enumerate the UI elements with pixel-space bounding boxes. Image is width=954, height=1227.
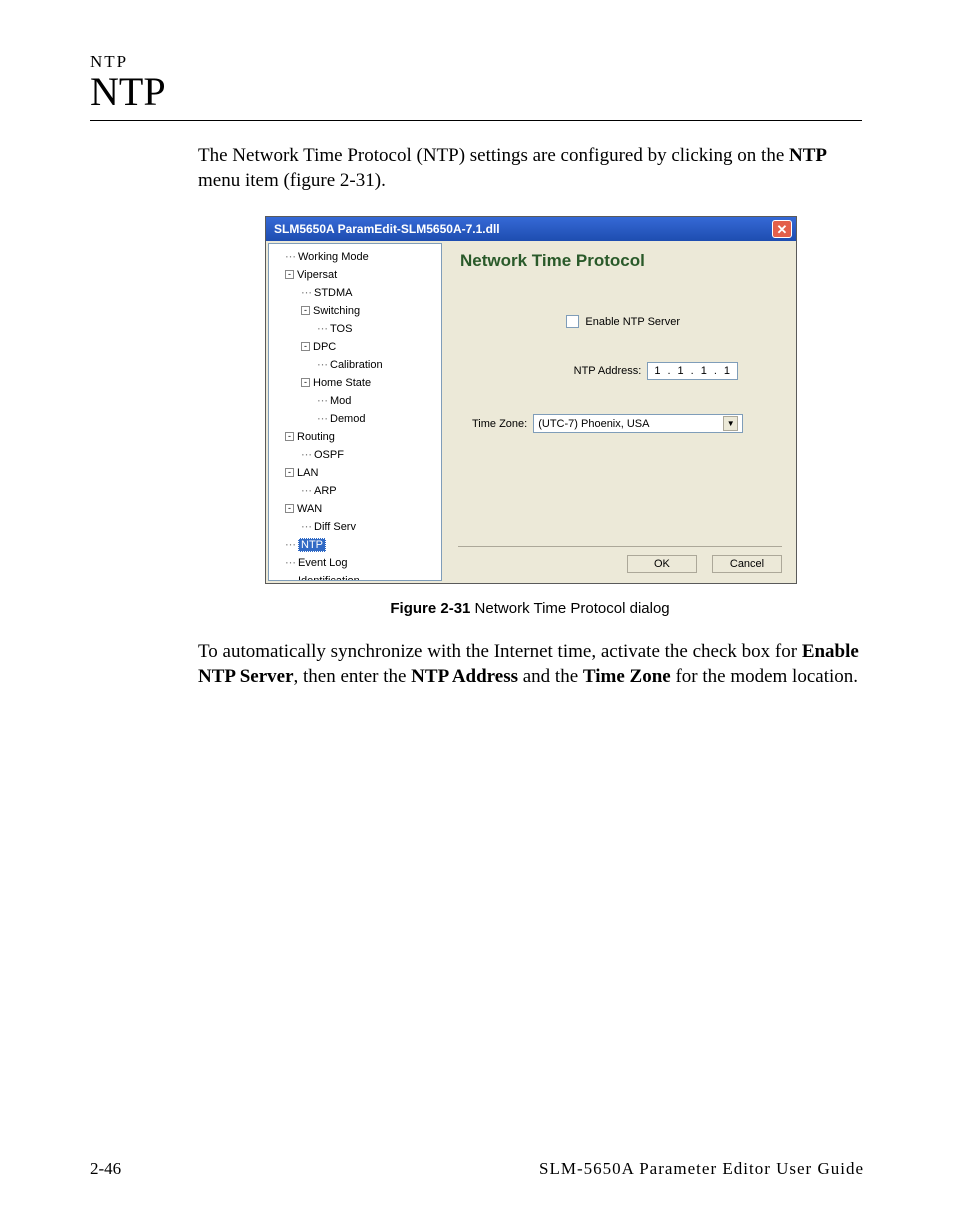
timezone-row: Time Zone: (UTC-7) Phoenix, USA ▼ xyxy=(472,414,768,433)
tree-label: ARP xyxy=(314,485,337,497)
tree-item-routing[interactable]: -Routing xyxy=(271,428,439,446)
dialog-screenshot: SLM5650A ParamEdit-SLM5650A-7.1.dll ✕ ⋯W… xyxy=(265,216,797,584)
panel-title: Network Time Protocol xyxy=(460,251,780,271)
tree-item-tos[interactable]: ⋯TOS xyxy=(271,320,439,338)
collapse-icon[interactable]: - xyxy=(301,342,310,351)
enable-ntp-checkbox[interactable] xyxy=(566,315,579,328)
tree-item-dpc[interactable]: -DPC xyxy=(271,338,439,356)
tree-item-ntp[interactable]: ⋯NTP xyxy=(271,536,439,554)
tree-label: Mod xyxy=(330,395,351,407)
cancel-button[interactable]: Cancel xyxy=(712,555,782,573)
tree-item-vipersat[interactable]: -Vipersat xyxy=(271,266,439,284)
intro-bold: NTP xyxy=(789,145,827,166)
tree-label: Diff Serv xyxy=(314,521,356,533)
tree-label: Event Log xyxy=(298,557,348,569)
button-row: OK Cancel xyxy=(458,546,782,573)
figure-caption-text: Network Time Protocol dialog xyxy=(470,600,669,617)
tree-label: OSPF xyxy=(314,449,344,461)
collapse-icon[interactable]: - xyxy=(285,504,294,513)
tree-label: STDMA xyxy=(314,287,353,299)
tree-label: WAN xyxy=(297,503,322,515)
ip-octet-2[interactable]: 1 xyxy=(678,365,685,377)
tree-label: Switching xyxy=(313,305,360,317)
tree-label: TOS xyxy=(330,323,352,335)
tree-label: LAN xyxy=(297,467,318,479)
intro-text-b: menu item (figure 2-31). xyxy=(198,170,386,191)
collapse-icon[interactable]: - xyxy=(301,306,310,315)
tree-item-identification[interactable]: ⋯Identification xyxy=(271,572,439,581)
body-paragraph: To automatically synchronize with the In… xyxy=(198,640,862,689)
tree-item-switching[interactable]: -Switching xyxy=(271,302,439,320)
collapse-icon[interactable]: - xyxy=(285,432,294,441)
tree-label: DPC xyxy=(313,341,336,353)
figure-caption: Figure 2-31 Network Time Protocol dialog xyxy=(198,600,862,617)
section-title: NTP xyxy=(90,68,166,115)
timezone-label: Time Zone: xyxy=(472,418,527,430)
tree-item-demod[interactable]: ⋯Demod xyxy=(271,410,439,428)
tree-item-home-state[interactable]: -Home State xyxy=(271,374,439,392)
tree-item-stdma[interactable]: ⋯STDMA xyxy=(271,284,439,302)
ip-octet-4[interactable]: 1 xyxy=(724,365,731,377)
enable-ntp-row: Enable NTP Server xyxy=(460,315,680,328)
body-text-a: To automatically synchronize with the In… xyxy=(198,641,802,662)
close-button[interactable]: ✕ xyxy=(772,220,792,238)
body-bold-2: NTP Address xyxy=(411,666,518,687)
tree-label: Identification xyxy=(298,575,360,581)
intro-text-a: The Network Time Protocol (NTP) settings… xyxy=(198,145,789,166)
tree-item-working-mode[interactable]: ⋯Working Mode xyxy=(271,248,439,266)
ip-octet-3[interactable]: 1 xyxy=(701,365,708,377)
tree-label: Demod xyxy=(330,413,365,425)
ntp-address-row: NTP Address: 1.1.1.1 xyxy=(460,362,738,380)
tree-item-wan[interactable]: -WAN xyxy=(271,500,439,518)
titlebar: SLM5650A ParamEdit-SLM5650A-7.1.dll ✕ xyxy=(266,217,796,241)
tree-item-eventlog[interactable]: ⋯Event Log xyxy=(271,554,439,572)
tree-item-mod[interactable]: ⋯Mod xyxy=(271,392,439,410)
enable-ntp-label: Enable NTP Server xyxy=(585,316,680,328)
footer-doc-title: SLM-5650A Parameter Editor User Guide xyxy=(539,1159,864,1179)
tree-label-selected: NTP xyxy=(298,538,326,552)
ntp-address-label: NTP Address: xyxy=(574,365,642,377)
tree-label: Vipersat xyxy=(297,269,337,281)
titlebar-text: SLM5650A ParamEdit-SLM5650A-7.1.dll xyxy=(270,222,500,236)
ntp-address-input[interactable]: 1.1.1.1 xyxy=(647,362,738,380)
tree-panel: ⋯Working Mode -Vipersat ⋯STDMA -Switchin… xyxy=(268,243,442,581)
close-icon: ✕ xyxy=(777,223,788,236)
tree-label: Working Mode xyxy=(298,251,369,263)
collapse-icon[interactable]: - xyxy=(285,468,294,477)
tree-item-ospf[interactable]: ⋯OSPF xyxy=(271,446,439,464)
collapse-icon[interactable]: - xyxy=(301,378,310,387)
header-rule xyxy=(90,120,862,121)
body-text-b: , then enter the xyxy=(294,666,412,687)
timezone-select[interactable]: (UTC-7) Phoenix, USA ▼ xyxy=(533,414,743,433)
body-bold-3: Time Zone xyxy=(583,666,671,687)
tree-item-arp[interactable]: ⋯ARP xyxy=(271,482,439,500)
tree-label: Calibration xyxy=(330,359,383,371)
timezone-value: (UTC-7) Phoenix, USA xyxy=(538,418,649,430)
collapse-icon[interactable]: - xyxy=(285,270,294,279)
content-panel: Network Time Protocol Enable NTP Server … xyxy=(444,241,796,583)
tree-item-lan[interactable]: -LAN xyxy=(271,464,439,482)
tree-item-diffserv[interactable]: ⋯Diff Serv xyxy=(271,518,439,536)
page-number: 2-46 xyxy=(90,1159,121,1179)
ok-button[interactable]: OK xyxy=(627,555,697,573)
tree-item-calibration[interactable]: ⋯Calibration xyxy=(271,356,439,374)
intro-paragraph: The Network Time Protocol (NTP) settings… xyxy=(198,144,862,193)
figure-number: Figure 2-31 xyxy=(390,600,470,617)
body-text-d: for the modem location. xyxy=(671,666,858,687)
tree-label: Home State xyxy=(313,377,371,389)
tree-label: Routing xyxy=(297,431,335,443)
chevron-down-icon: ▼ xyxy=(723,416,738,431)
dialog-body: ⋯Working Mode -Vipersat ⋯STDMA -Switchin… xyxy=(266,241,796,583)
body-text-c: and the xyxy=(518,666,583,687)
